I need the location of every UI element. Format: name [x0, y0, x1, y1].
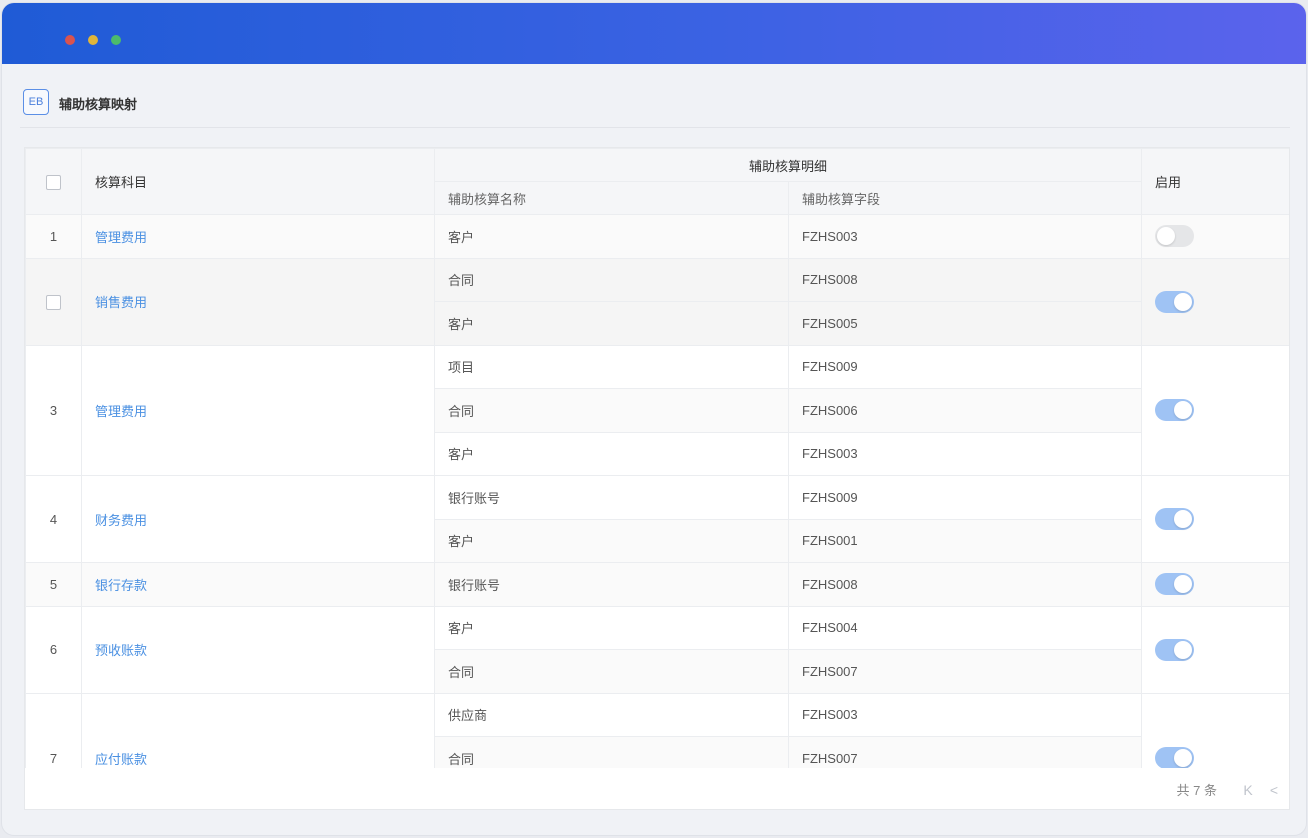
title-bar	[2, 3, 1306, 64]
enabled-toggle[interactable]	[1155, 399, 1195, 422]
detail-field-cell: FZHS003	[787, 692, 1143, 737]
maximize-window-dot[interactable]	[111, 35, 121, 45]
detail-name-cell: 客户	[434, 518, 789, 563]
pagination: 共 7 条 K <	[25, 768, 1289, 809]
page-title: 辅助核算映射	[59, 97, 138, 112]
detail-field-cell: FZHS003	[787, 214, 1143, 259]
column-header-detail-name: 辅助核算名称	[434, 181, 789, 215]
app-logo-icon: EB	[23, 89, 49, 115]
detail-field-cell: FZHS008	[787, 562, 1143, 607]
row-index: 3	[25, 344, 82, 476]
detail-name-cell: 合同	[434, 736, 789, 768]
mapping-table: 核算科目 辅助核算明细 启用 辅助核算名称 辅助核算字段 1 管理费用 客户 FZHS…	[25, 148, 1289, 768]
toggle-knob	[1174, 640, 1193, 659]
subject-link[interactable]: 管理费用	[81, 214, 435, 259]
total-count: 共 7 条	[1176, 783, 1217, 798]
column-header-subject: 核算科目	[81, 148, 435, 215]
subject-link[interactable]: 财务费用	[81, 475, 435, 563]
enabled-toggle[interactable]	[1155, 225, 1195, 248]
detail-name-cell: 合同	[434, 388, 789, 433]
row-select-cell	[25, 257, 82, 346]
detail-name-cell: 客户	[434, 605, 789, 650]
table-header: 核算科目 辅助核算明细 启用 辅助核算名称 辅助核算字段	[25, 148, 1289, 215]
toggle-knob	[1174, 401, 1193, 420]
toggle-knob	[1174, 292, 1193, 311]
detail-field-cell: FZHS006	[787, 388, 1143, 433]
toggle-knob	[1157, 227, 1176, 246]
row-index: 7	[25, 692, 82, 768]
row-index: 1	[25, 214, 82, 259]
detail-name-cell: 合同	[434, 649, 789, 694]
detail-name-cell: 供应商	[434, 692, 789, 737]
detail-name-cell: 客户	[434, 431, 789, 476]
detail-field-cell: FZHS004	[787, 605, 1143, 650]
table-row[interactable]: 销售费用 合同 FZHS008	[25, 257, 1289, 346]
row-checkbox[interactable]	[46, 294, 61, 310]
detail-name-cell: 银行账号	[434, 562, 789, 607]
detail-field-cell: FZHS009	[787, 475, 1143, 520]
mapping-table-card: 核算科目 辅助核算明细 启用 辅助核算名称 辅助核算字段 1 管理费用 客户 FZHS…	[24, 147, 1290, 810]
detail-name-cell: 合同	[434, 257, 789, 302]
select-all-cell	[25, 148, 82, 215]
table-row[interactable]: 6 预收账款 客户 FZHS004	[25, 605, 1289, 694]
detail-field-cell: FZHS001	[787, 518, 1143, 563]
detail-field-cell: FZHS005	[787, 301, 1143, 346]
table-row[interactable]: 3 管理费用 项目 FZHS009	[25, 344, 1289, 476]
enabled-toggle[interactable]	[1155, 747, 1195, 768]
minimize-window-dot[interactable]	[88, 35, 98, 45]
enabled-cell	[1141, 562, 1289, 607]
detail-name-cell: 客户	[434, 214, 789, 259]
toggle-knob	[1174, 749, 1193, 768]
row-index: 5	[25, 562, 82, 607]
app-window: EB 辅助核算映射 核算科目 辅助核算明细 启用 辅助核算名称 辅助核算字段 1…	[2, 3, 1306, 835]
enabled-cell	[1141, 257, 1289, 346]
enabled-cell	[1141, 475, 1289, 563]
detail-name-cell: 项目	[434, 344, 789, 389]
table-row[interactable]: 5 银行存款 银行账号 FZHS008	[25, 562, 1289, 607]
column-group-detail: 辅助核算明细	[433, 148, 1143, 182]
column-header-enabled: 启用	[1141, 148, 1289, 215]
subject-link[interactable]: 预收账款	[81, 605, 435, 694]
row-index: 4	[25, 475, 82, 563]
detail-name-cell: 客户	[434, 301, 789, 346]
table-scroll-area[interactable]: 核算科目 辅助核算明细 启用 辅助核算名称 辅助核算字段 1 管理费用 客户 FZHS…	[25, 148, 1289, 768]
column-header-detail-field: 辅助核算字段	[787, 181, 1143, 215]
detail-field-cell: FZHS007	[787, 649, 1143, 694]
enabled-cell	[1141, 344, 1289, 476]
toggle-knob	[1174, 575, 1193, 594]
enabled-toggle[interactable]	[1155, 573, 1195, 596]
first-page-icon[interactable]: K	[1241, 782, 1255, 798]
enabled-toggle[interactable]	[1155, 638, 1195, 661]
subject-link[interactable]: 销售费用	[81, 257, 435, 346]
detail-field-cell: FZHS009	[787, 344, 1143, 389]
detail-field-cell: FZHS007	[787, 736, 1143, 768]
detail-field-cell: FZHS003	[787, 431, 1143, 476]
table-body: 1 管理费用 客户 FZHS003 销售费用 合同 FZHS008 客户 FZHS005 3 管理费…	[25, 214, 1289, 768]
enabled-cell	[1141, 214, 1289, 259]
toggle-knob	[1174, 510, 1193, 528]
subject-link[interactable]: 银行存款	[81, 562, 435, 607]
enabled-toggle[interactable]	[1155, 508, 1195, 530]
enabled-cell	[1141, 692, 1289, 768]
detail-field-cell: FZHS008	[787, 257, 1143, 302]
table-row[interactable]: 7 应付账款 供应商 FZHS003	[25, 692, 1289, 768]
prev-page-icon[interactable]: <	[1267, 782, 1281, 798]
close-window-dot[interactable]	[65, 35, 75, 45]
enabled-cell	[1141, 605, 1289, 694]
table-row[interactable]: 4 财务费用 银行账号 FZHS009	[25, 475, 1289, 563]
select-all-checkbox[interactable]	[46, 174, 61, 190]
subject-link[interactable]: 管理费用	[81, 344, 435, 476]
page-header: EB 辅助核算映射	[20, 82, 1290, 128]
subject-link[interactable]: 应付账款	[81, 692, 435, 768]
detail-name-cell: 银行账号	[434, 475, 789, 520]
enabled-toggle[interactable]	[1155, 290, 1195, 313]
table-row[interactable]: 1 管理费用 客户 FZHS003	[25, 214, 1289, 259]
row-index: 6	[25, 605, 82, 694]
